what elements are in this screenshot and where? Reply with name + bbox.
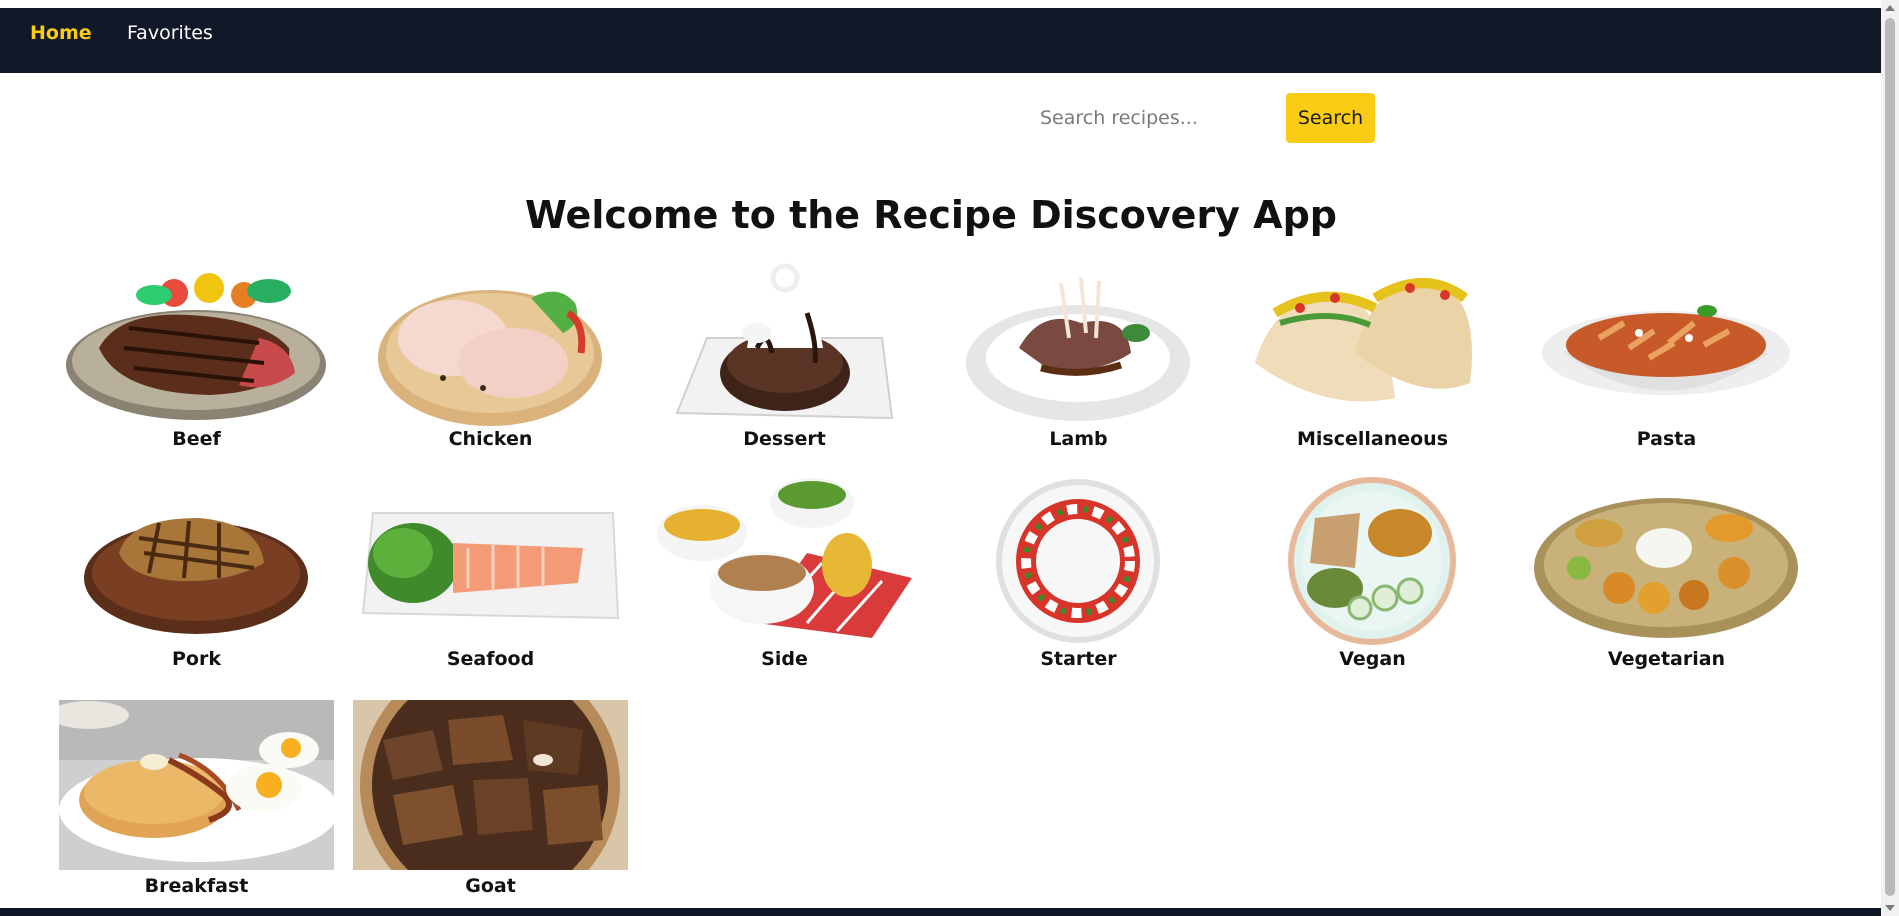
scroll-down-arrow-icon[interactable] <box>1885 905 1895 911</box>
scroll-up-arrow-icon[interactable] <box>1885 5 1895 11</box>
dessert-image <box>675 263 894 420</box>
seafood-image <box>361 512 620 620</box>
category-label: Dessert <box>743 428 826 450</box>
category-card-beef[interactable]: Beef <box>59 253 334 463</box>
top-navbar: Home Favorites <box>0 8 1881 73</box>
category-label: Pasta <box>1636 428 1697 450</box>
category-label: Seafood <box>446 648 535 670</box>
category-card-pork[interactable]: Pork <box>59 473 334 683</box>
category-label: Miscellaneous <box>1296 428 1449 450</box>
category-label: Side <box>761 648 808 670</box>
category-card-miscellaneous[interactable]: Miscellaneous <box>1235 253 1510 463</box>
breakfast-image <box>59 700 334 870</box>
category-card-dessert[interactable]: Dessert <box>647 253 922 463</box>
top-strip <box>0 0 1881 8</box>
starter-image <box>996 479 1160 643</box>
category-card-breakfast[interactable]: Breakfast <box>59 700 334 900</box>
category-label: Breakfast <box>144 875 249 897</box>
page-title: Welcome to the Recipe Discovery App <box>524 193 1337 237</box>
category-card-pasta[interactable]: Pasta <box>1529 253 1804 463</box>
category-label: Lamb <box>1049 428 1108 450</box>
vegetarian-image <box>1534 498 1798 638</box>
category-card-goat[interactable]: Goat <box>353 700 628 900</box>
tacos-image <box>1255 278 1472 402</box>
goat-image <box>353 700 628 870</box>
category-label: Vegan <box>1339 648 1406 670</box>
category-label: Beef <box>172 428 221 450</box>
search-button[interactable]: Search <box>1286 93 1375 143</box>
category-card-lamb[interactable]: Lamb <box>941 253 1216 463</box>
category-label: Pork <box>172 648 221 670</box>
lamb-image <box>966 277 1190 421</box>
category-label: Chicken <box>448 428 533 450</box>
scrollbar-thumb[interactable] <box>1885 18 1895 896</box>
category-card-vegetarian[interactable]: Vegetarian <box>1529 473 1804 683</box>
category-card-side[interactable]: Side <box>647 473 922 683</box>
category-label: Vegetarian <box>1607 648 1726 670</box>
chicken-image <box>378 290 602 426</box>
category-card-chicken[interactable]: Chicken <box>353 253 628 463</box>
category-card-starter[interactable]: Starter <box>941 473 1216 683</box>
category-label: Goat <box>465 875 516 897</box>
pasta-image <box>1542 305 1790 395</box>
category-label: Starter <box>1040 648 1117 670</box>
nav-favorites-link[interactable]: Favorites <box>127 22 213 44</box>
main-content: Search Welcome to the Recipe Discovery A… <box>0 73 1881 908</box>
search-input[interactable] <box>1024 93 1274 143</box>
vegan-image <box>1288 477 1456 645</box>
vertical-scrollbar[interactable] <box>1881 0 1899 916</box>
category-card-vegan[interactable]: Vegan <box>1235 473 1510 683</box>
nav-home-link[interactable]: Home <box>30 22 92 44</box>
pork-image <box>84 518 308 634</box>
side-image <box>657 478 912 638</box>
category-card-seafood[interactable]: Seafood <box>353 473 628 683</box>
beef-image <box>66 273 326 420</box>
